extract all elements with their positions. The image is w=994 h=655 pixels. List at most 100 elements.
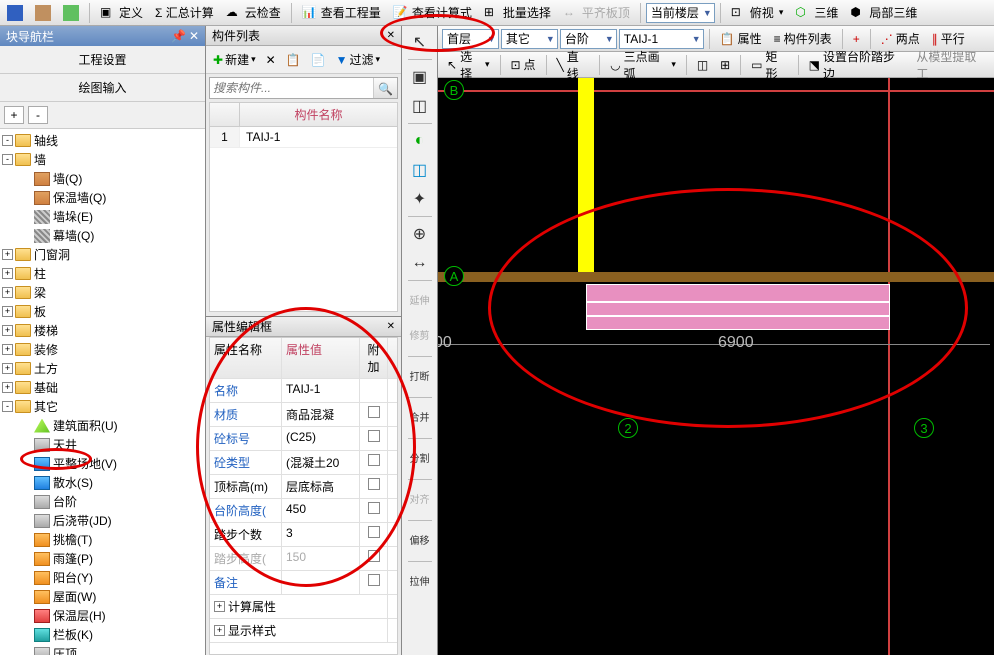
tree-item[interactable]: 栏板(K)	[0, 625, 205, 644]
filter-button[interactable]: ▼过滤▾	[332, 49, 384, 70]
col-attr-add: 附加	[360, 338, 388, 378]
tree-item[interactable]: 雨篷(P)	[0, 549, 205, 568]
floor-combo[interactable]: 当前楼层▼	[646, 3, 715, 23]
toolbar-btn[interactable]: 📋	[282, 51, 305, 69]
tree-label: 天井	[53, 436, 77, 453]
tree-folder[interactable]: +梁	[0, 283, 205, 302]
tree-item[interactable]: 散水(S)	[0, 473, 205, 492]
tree-toggle-icon[interactable]: +	[2, 382, 13, 393]
property-expand-row[interactable]: + 计算属性	[210, 595, 397, 619]
tree-folder[interactable]: +柱	[0, 264, 205, 283]
search-button[interactable]: 🔍	[373, 78, 397, 98]
tree-item[interactable]: 天井	[0, 435, 205, 454]
property-row[interactable]: 砼类型(混凝土20	[210, 451, 397, 475]
tree-toggle-icon[interactable]: +	[2, 249, 13, 260]
draw-tool-button[interactable]: 拉伸	[406, 565, 434, 599]
toolbar-btn[interactable]	[2, 2, 28, 24]
pin-icon[interactable]: 📌	[171, 29, 186, 43]
view-qty-button[interactable]: 📊查看工程量	[297, 1, 386, 24]
tree-folder[interactable]: +板	[0, 302, 205, 321]
property-row[interactable]: 材质商品混凝	[210, 403, 397, 427]
draw-tool-button[interactable]: ◫	[406, 156, 434, 184]
tree-folder[interactable]: -轴线	[0, 131, 205, 150]
property-row[interactable]: 名称TAIJ-1	[210, 379, 397, 403]
tree-folder[interactable]: -其它	[0, 397, 205, 416]
tree-toggle-icon[interactable]: +	[2, 325, 13, 336]
toolbar-btn[interactable]: ✕	[262, 51, 280, 69]
property-row[interactable]: 台阶高度(450	[210, 499, 397, 523]
tree-item[interactable]: 保温层(H)	[0, 606, 205, 625]
draw-tool-button[interactable]: 合并	[406, 401, 434, 435]
define-button[interactable]: ▣定义	[95, 1, 148, 24]
flat-top-button[interactable]: ↔平齐板顶	[558, 1, 635, 24]
draw-tool-button[interactable]: ↔	[406, 249, 434, 277]
toolbar-btn[interactable]	[58, 2, 84, 24]
draw-input-button[interactable]: 绘图输入	[0, 74, 205, 102]
tree-toggle-icon[interactable]: -	[2, 154, 13, 165]
search-input[interactable]	[210, 78, 373, 98]
point-button[interactable]: ⊡点	[505, 53, 540, 76]
draw-tool-button[interactable]: 分割	[406, 442, 434, 476]
collapse-all-button[interactable]: -	[28, 106, 48, 124]
property-row[interactable]: 顶标高(m)层底标高	[210, 475, 397, 499]
tree-item[interactable]: 平整场地(V)	[0, 454, 205, 473]
tree-item[interactable]: 台阶	[0, 492, 205, 511]
tree-folder[interactable]: -墙	[0, 150, 205, 169]
draw-tool-button[interactable]: 打断	[406, 360, 434, 394]
tree-toggle-icon[interactable]: -	[2, 401, 13, 412]
close-icon[interactable]: ✕	[189, 29, 199, 43]
tool-button[interactable]: ⊞	[715, 55, 735, 75]
sum-calc-button[interactable]: Σ 汇总计算	[150, 1, 219, 24]
new-component-button[interactable]: ✚ 新建 ▾	[209, 49, 260, 70]
drawing-canvas[interactable]: 00 6900 A B 2 3	[438, 78, 994, 655]
view-formula-button[interactable]: 📝查看计算式	[388, 1, 477, 24]
3d-button[interactable]: ⬡三维	[790, 1, 843, 24]
tree-folder[interactable]: +土方	[0, 359, 205, 378]
toolbar-btn[interactable]: 📄	[307, 51, 330, 69]
tree-folder[interactable]: +基础	[0, 378, 205, 397]
component-row[interactable]: 1TAIJ-1	[210, 127, 397, 148]
draw-tool-button[interactable]: ✦	[406, 185, 434, 213]
property-row[interactable]: 备注	[210, 571, 397, 595]
property-expand-row[interactable]: + 显示样式	[210, 619, 397, 643]
tree-toggle-icon[interactable]: +	[2, 306, 13, 317]
tree-item[interactable]: 压顶	[0, 644, 205, 655]
draw-tool-button[interactable]: ↖	[406, 28, 434, 56]
cloud-check-button[interactable]: ☁云检查	[221, 1, 286, 24]
expand-all-button[interactable]: +	[4, 106, 24, 124]
tree-item[interactable]: 墙(Q)	[0, 169, 205, 188]
local-3d-button[interactable]: ⬢局部三维	[845, 1, 922, 24]
top-view-button[interactable]: ⊡俯视▾	[726, 1, 789, 24]
tree-toggle-icon[interactable]: +	[2, 268, 13, 279]
draw-tool-button[interactable]: 偏移	[406, 524, 434, 558]
tree-toggle-icon[interactable]: -	[2, 135, 13, 146]
tree-folder[interactable]: +装修	[0, 340, 205, 359]
eng-settings-button[interactable]: 工程设置	[0, 46, 205, 74]
tree-toggle-icon[interactable]: +	[2, 363, 13, 374]
draw-tool-button[interactable]: ⊕	[406, 220, 434, 248]
tree-item[interactable]: 挑檐(T)	[0, 530, 205, 549]
property-row[interactable]: 砼标号(C25)	[210, 427, 397, 451]
close-icon[interactable]: ✕	[387, 30, 395, 41]
tree-item[interactable]: 阳台(Y)	[0, 568, 205, 587]
close-icon[interactable]: ✕	[387, 321, 395, 332]
property-row[interactable]: 踏步个数3	[210, 523, 397, 547]
tool-button[interactable]: ◫	[692, 55, 713, 75]
batch-select-button[interactable]: ⊞批量选择	[479, 1, 556, 24]
draw-tool-button[interactable]: ▣	[406, 63, 434, 91]
tree-toggle-icon[interactable]: +	[2, 287, 13, 298]
tree-item[interactable]: 屋面(W)	[0, 587, 205, 606]
tree-item[interactable]: 后浇带(JD)	[0, 511, 205, 530]
tree-folder[interactable]: +门窗洞	[0, 245, 205, 264]
tree-item[interactable]: 建筑面积(U)	[0, 416, 205, 435]
property-row[interactable]: 踏步高度(150	[210, 547, 397, 571]
tree-item[interactable]: 幕墙(Q)	[0, 226, 205, 245]
draw-tool-button[interactable]: ◫	[406, 92, 434, 120]
tree-item[interactable]: 墙垛(E)	[0, 207, 205, 226]
tree-folder[interactable]: +楼梯	[0, 321, 205, 340]
category-select[interactable]: 其它▼	[501, 29, 558, 49]
draw-tool-button[interactable]: ◐	[406, 127, 434, 155]
tree-toggle-icon[interactable]: +	[2, 344, 13, 355]
tree-item[interactable]: 保温墙(Q)	[0, 188, 205, 207]
toolbar-btn[interactable]	[30, 2, 56, 24]
